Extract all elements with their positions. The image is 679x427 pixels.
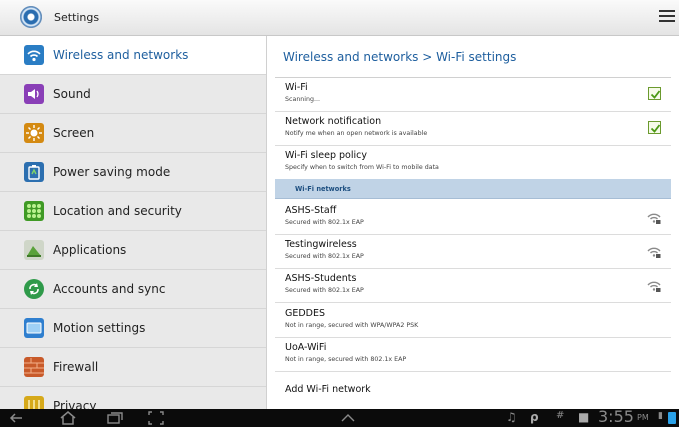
network-status: Secured with 802.1x EAP bbox=[285, 219, 364, 226]
network-name: ASHS-Staff bbox=[285, 205, 337, 216]
network-name: GEDDES bbox=[285, 308, 326, 319]
breadcrumb: Wireless and networks > Wi-Fi settings bbox=[283, 50, 517, 64]
notification-icon: ρ bbox=[530, 410, 539, 424]
sync-icon bbox=[24, 279, 44, 299]
sidebar-item-wireless[interactable]: Wireless and networks bbox=[0, 36, 266, 75]
network-row[interactable]: ASHS-Staff Secured with 802.1x EAP bbox=[275, 201, 671, 235]
grid-icon bbox=[24, 201, 44, 221]
sidebar-item-label: Applications bbox=[53, 243, 127, 257]
sidebar-item-label: Firewall bbox=[53, 360, 99, 374]
wifi-sleep-policy-row[interactable]: Wi-Fi sleep policy Specify when to switc… bbox=[275, 146, 671, 180]
sidebar-item-label: Location and security bbox=[53, 204, 182, 218]
selection-indicator bbox=[259, 45, 266, 65]
wifi-toggle-row[interactable]: Wi-Fi Scanning... bbox=[275, 78, 671, 112]
app-title: Settings bbox=[54, 11, 100, 24]
sidebar-item-sound[interactable]: Sound bbox=[0, 75, 266, 114]
sidebar-item-label: Sound bbox=[53, 87, 91, 101]
setting-title: Wi-Fi bbox=[285, 82, 308, 93]
chevron-up-icon[interactable] bbox=[340, 413, 356, 423]
network-status: Secured with 802.1x EAP bbox=[285, 253, 364, 260]
wifi-settings-panel: Wireless and networks > Wi-Fi settings W… bbox=[267, 36, 679, 409]
sidebar-item-accounts-sync[interactable]: Accounts and sync bbox=[0, 270, 266, 309]
sidebar-item-label: Power saving mode bbox=[53, 165, 171, 179]
battery-status-icon bbox=[668, 412, 676, 424]
wifi-lock-icon bbox=[647, 281, 661, 292]
sidebar-item-screen[interactable]: Screen bbox=[0, 114, 266, 153]
wifi-icon bbox=[24, 45, 44, 65]
tablet-icon bbox=[24, 318, 44, 338]
sidebar-item-location-security[interactable]: Location and security bbox=[0, 192, 266, 231]
sidebar-item-firewall[interactable]: Firewall bbox=[0, 348, 266, 387]
add-network-row[interactable]: Add Wi-Fi network bbox=[275, 374, 671, 409]
signal-icon: ▮ bbox=[658, 411, 663, 421]
wifi-checkbox[interactable] bbox=[648, 87, 661, 100]
menu-icon[interactable] bbox=[659, 10, 675, 24]
system-bar: ♫ ρ # ■ 3:55 PM ▮ bbox=[0, 407, 679, 427]
network-status: Not in range, secured with WPA/WPA2 PSK bbox=[285, 322, 419, 329]
privacy-icon bbox=[24, 396, 44, 409]
network-row[interactable]: GEDDES Not in range, secured with WPA/WP… bbox=[275, 304, 671, 338]
sidebar-item-label: Screen bbox=[53, 126, 95, 140]
sidebar-item-applications[interactable]: Applications bbox=[0, 231, 266, 270]
settings-sidebar: Wireless and networks Sound Screen Power… bbox=[0, 36, 267, 409]
clock-time: 3:55 bbox=[598, 407, 634, 426]
section-header: Wi-Fi networks bbox=[275, 179, 671, 199]
setting-title: Wi-Fi sleep policy bbox=[285, 150, 367, 161]
sidebar-item-label: Privacy bbox=[53, 399, 97, 409]
network-row[interactable]: Testingwireless Secured with 802.1x EAP bbox=[275, 235, 671, 269]
network-name: UoA-WiFi bbox=[285, 342, 327, 353]
music-icon: ♫ bbox=[506, 410, 517, 424]
sync-status-icon: # bbox=[556, 410, 565, 421]
network-notification-row[interactable]: Network notification Notify me when an o… bbox=[275, 112, 671, 146]
wifi-lock-icon bbox=[647, 213, 661, 224]
sidebar-item-power-saving[interactable]: Power saving mode bbox=[0, 153, 266, 192]
wifi-lock-icon bbox=[647, 247, 661, 258]
add-network-label: Add Wi-Fi network bbox=[285, 384, 371, 395]
section-label: Wi-Fi networks bbox=[295, 185, 351, 193]
recent-apps-icon[interactable] bbox=[106, 411, 124, 425]
brightness-icon bbox=[24, 123, 44, 143]
lock-icon: ■ bbox=[578, 410, 590, 424]
back-icon[interactable] bbox=[8, 412, 24, 424]
setting-subtitle: Specify when to switch from Wi-Fi to mob… bbox=[285, 164, 439, 171]
sidebar-item-label: Wireless and networks bbox=[53, 48, 189, 62]
network-notification-checkbox[interactable] bbox=[648, 121, 661, 134]
sidebar-item-privacy[interactable]: Privacy bbox=[0, 387, 266, 409]
firewall-icon bbox=[24, 357, 44, 377]
screenshot-icon[interactable] bbox=[148, 411, 164, 425]
network-status: Not in range, secured with 802.1x EAP bbox=[285, 356, 407, 363]
sidebar-item-label: Motion settings bbox=[53, 321, 146, 335]
clock-ampm: PM bbox=[637, 413, 649, 422]
battery-icon bbox=[24, 162, 44, 182]
sidebar-item-label: Accounts and sync bbox=[53, 282, 166, 296]
action-bar: Settings bbox=[0, 0, 679, 36]
network-row[interactable]: UoA-WiFi Not in range, secured with 802.… bbox=[275, 338, 671, 372]
network-row[interactable]: ASHS-Students Secured with 802.1x EAP bbox=[275, 269, 671, 303]
speaker-icon bbox=[24, 84, 44, 104]
sidebar-item-motion[interactable]: Motion settings bbox=[0, 309, 266, 348]
home-icon[interactable] bbox=[59, 411, 77, 425]
settings-icon bbox=[20, 6, 42, 28]
setting-subtitle: Scanning... bbox=[285, 96, 321, 103]
network-name: ASHS-Students bbox=[285, 273, 357, 284]
setting-title: Network notification bbox=[285, 116, 382, 127]
network-status: Secured with 802.1x EAP bbox=[285, 287, 364, 294]
network-name: Testingwireless bbox=[285, 239, 357, 250]
applications-icon bbox=[24, 240, 44, 260]
setting-subtitle: Notify me when an open network is availa… bbox=[285, 130, 428, 137]
